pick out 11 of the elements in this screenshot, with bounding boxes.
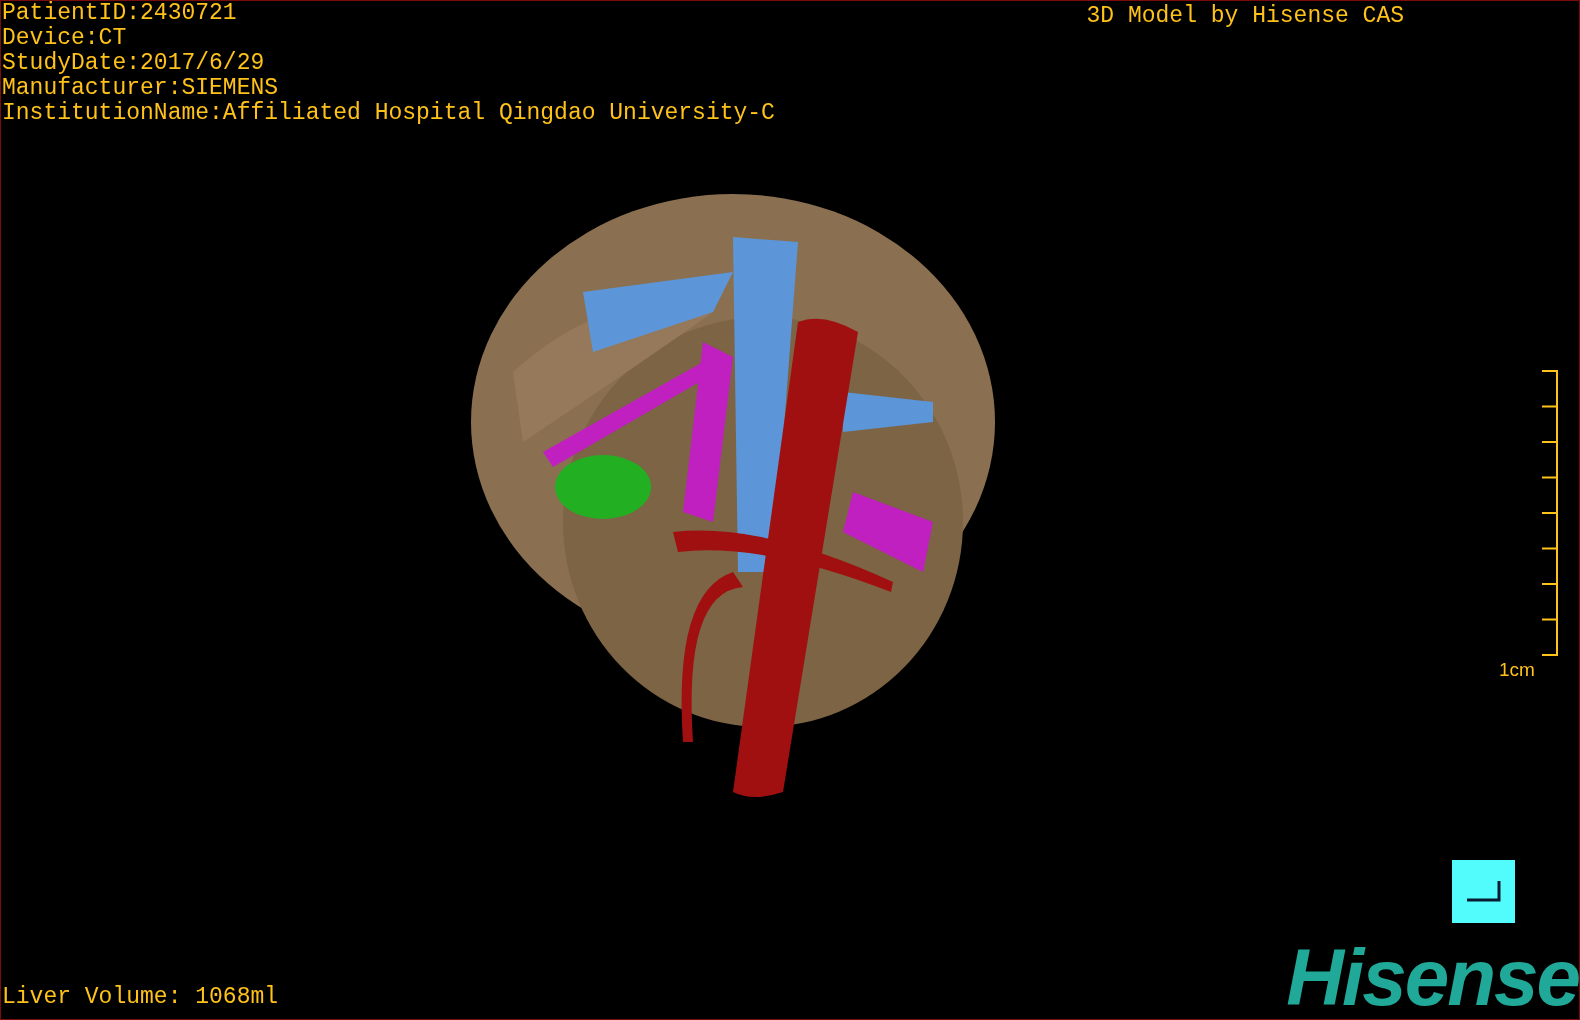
scale-label: 1cm: [1499, 659, 1535, 681]
view-title: 3D Model by Hisense CAS: [1086, 2, 1404, 31]
corner-button[interactable]: [1452, 860, 1515, 923]
info-line: PatientID:2430721: [2, 1, 238, 26]
liver-volume: Liver Volume: 1068ml: [1, 983, 279, 1012]
brand-logo: Hisense: [1286, 937, 1579, 1019]
info-line: InstitutionName:Affiliated Hospital Qingdao University-C: [2, 101, 775, 126]
info-line: Manufacturer:SIEMENS: [2, 76, 280, 101]
corner-icon: [1466, 880, 1501, 903]
info-line: StudyDate:2017/6/29: [2, 51, 266, 76]
info-line: Device:CT: [2, 26, 128, 51]
